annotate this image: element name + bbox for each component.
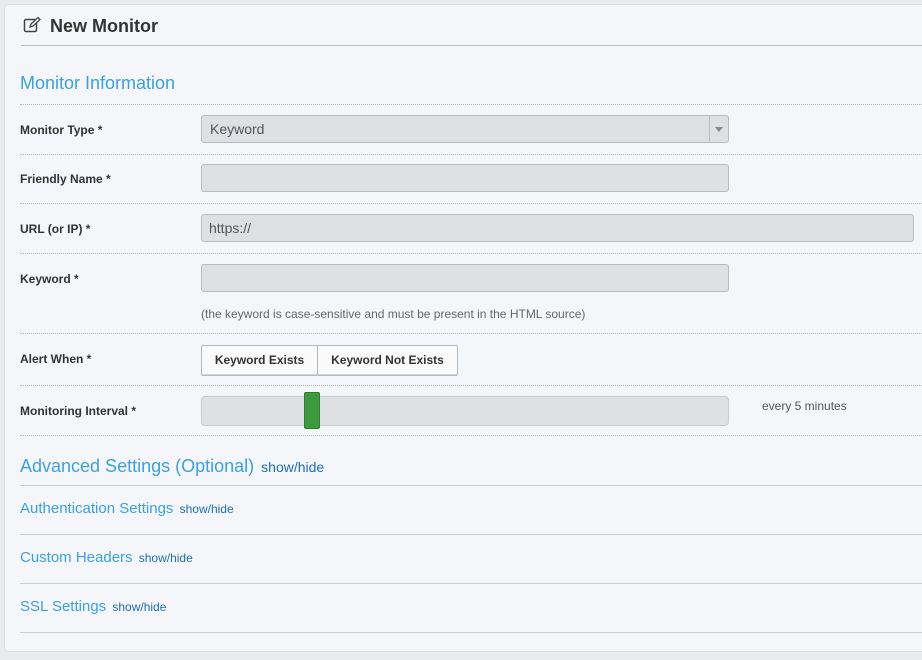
keyword-hint: (the keyword is case-sensitive and must …	[201, 307, 586, 321]
divider	[20, 485, 922, 486]
alert-when-label: Alert When *	[20, 352, 92, 366]
monitoring-interval-label: Monitoring Interval *	[20, 404, 137, 418]
divider	[20, 385, 922, 386]
divider	[20, 632, 922, 633]
custom-headers-toggle[interactable]: show/hide	[139, 551, 193, 565]
divider	[20, 435, 922, 436]
divider	[20, 154, 922, 155]
divider	[20, 534, 922, 535]
ssl-settings-title: SSL Settings show/hide	[20, 598, 166, 615]
url-input[interactable]	[201, 214, 914, 242]
dropdown-toggle[interactable]	[709, 116, 728, 142]
monitor-type-value: Keyword	[210, 121, 265, 137]
ssl-settings-toggle[interactable]: show/hide	[112, 600, 166, 614]
keyword-not-exists-button[interactable]: Keyword Not Exists	[317, 345, 458, 376]
divider	[20, 333, 922, 334]
edit-icon	[23, 16, 41, 34]
advanced-settings-label: Advanced Settings (Optional)	[20, 456, 255, 476]
custom-headers-title: Custom Headers show/hide	[20, 549, 193, 566]
authentication-settings-title: Authentication Settings show/hide	[20, 500, 234, 517]
friendly-name-label: Friendly Name *	[20, 172, 111, 186]
ssl-settings-label: SSL Settings	[20, 598, 107, 615]
monitor-type-label: Monitor Type *	[20, 123, 103, 137]
keyword-input[interactable]	[201, 264, 729, 292]
friendly-name-input[interactable]	[201, 164, 729, 192]
slider-handle[interactable]	[304, 392, 320, 429]
keyword-exists-button[interactable]: Keyword Exists	[201, 345, 318, 376]
url-label: URL (or IP) *	[20, 222, 91, 236]
page-title: New Monitor	[50, 16, 158, 36]
chevron-down-icon	[715, 127, 723, 132]
authentication-settings-label: Authentication Settings	[20, 500, 174, 517]
new-monitor-panel: New Monitor Monitor Information Monitor …	[4, 4, 922, 652]
keyword-label: Keyword *	[20, 272, 79, 286]
authentication-settings-toggle[interactable]: show/hide	[180, 502, 234, 516]
custom-headers-label: Custom Headers	[20, 549, 133, 566]
advanced-settings-title: Advanced Settings (Optional) show/hide	[20, 456, 324, 477]
divider	[20, 104, 922, 105]
monitor-type-select[interactable]: Keyword	[201, 115, 729, 143]
panel-header: New Monitor	[21, 5, 922, 46]
monitor-information-title: Monitor Information	[20, 73, 176, 93]
interval-value: every 5 minutes	[762, 399, 847, 413]
interval-slider[interactable]	[201, 392, 729, 429]
divider	[20, 203, 922, 204]
advanced-settings-toggle[interactable]: show/hide	[261, 459, 324, 475]
divider	[20, 583, 922, 584]
divider	[20, 253, 922, 254]
